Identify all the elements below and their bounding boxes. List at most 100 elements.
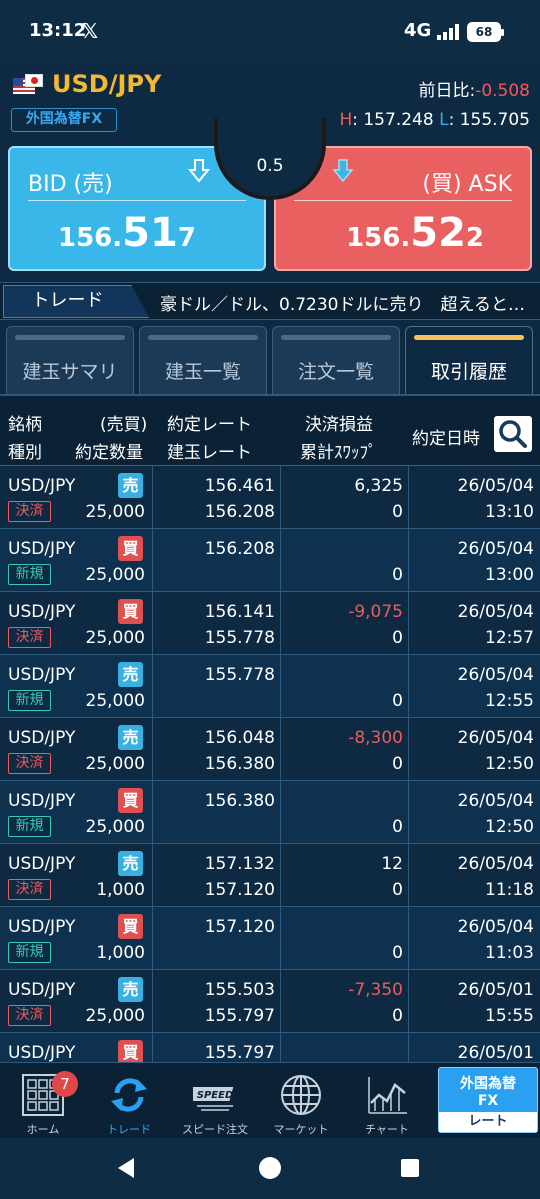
row-pl: -7,350 [348, 980, 403, 1000]
history-table[interactable]: USD/JPY 売決済 25,000 156.461 156.208 6,325 0 26/0… [0, 466, 540, 1062]
row-rate: 156.141 [204, 602, 275, 622]
fx-rate-button[interactable]: 外国為替 FX レート [438, 1067, 538, 1133]
bid-price: 156.517 [58, 210, 196, 256]
row-date: 26/05/04 [457, 854, 534, 874]
row-qty: 1,000 [96, 880, 145, 900]
kind-badge: 決済 [8, 501, 51, 522]
tab-position-list[interactable]: 建玉一覧 [139, 326, 267, 394]
back-icon[interactable] [118, 1158, 134, 1178]
search-icon [499, 420, 527, 448]
row-open-rate: 156.208 [204, 502, 275, 522]
high-low: H: 157.248 L: 155.705 [339, 110, 530, 130]
row-date: 26/05/04 [457, 917, 534, 937]
row-date: 26/05/04 [457, 539, 534, 559]
table-row[interactable]: USD/JPY 買新規 25,000 156.380 0 26/05/04 12:50 [0, 781, 540, 844]
row-time: 12:50 [485, 817, 534, 837]
side-badge: 買 [118, 599, 143, 624]
row-qty: 25,000 [85, 754, 145, 774]
battery-icon: 68 [467, 22, 504, 42]
row-qty: 25,000 [85, 691, 145, 711]
low-value: : 155.705 [448, 110, 530, 130]
table-row[interactable]: USD/JPY 買決済 25,000 156.141 155.778 -9,075 0 26/… [0, 592, 540, 655]
nav-speed-order[interactable]: SPEED スピード注文 [172, 1069, 258, 1136]
table-row[interactable]: USD/JPY 売決済 25,000 156.048 156.380 -8,300 0 26/… [0, 718, 540, 781]
status-bar: 13:12 𝕏 4G 68 [0, 0, 540, 62]
row-rate: 156.380 [204, 791, 275, 811]
kind-badge: 決済 [8, 627, 51, 648]
nav-home[interactable]: 7 ホーム [0, 1069, 86, 1136]
row-symbol: USD/JPY [8, 728, 76, 748]
trade-tab[interactable]: トレード [3, 285, 149, 318]
row-pl: 6,325 [354, 476, 403, 496]
ticker-text[interactable]: 豪ドル／ドル、0.7230ドルに売り 超えると… [160, 290, 525, 315]
row-symbol: USD/JPY [8, 665, 76, 685]
daily-change: 前日比:-0.508 [418, 76, 530, 101]
row-qty: 25,000 [85, 817, 145, 837]
kind-badge: 決済 [8, 753, 51, 774]
news-ticker[interactable]: トレード 豪ドル／ドル、0.7230ドルに売り 超えると… [0, 282, 540, 320]
x-app-icon: 𝕏 [82, 19, 99, 43]
ask-label: (買) ASK [422, 172, 512, 197]
row-qty: 25,000 [85, 502, 145, 522]
tab-trade-history[interactable]: 取引履歴 [405, 326, 533, 394]
arrow-down-icon [332, 159, 354, 183]
side-badge: 売 [118, 851, 143, 876]
row-rate: 157.120 [204, 917, 275, 937]
recents-icon[interactable] [401, 1159, 419, 1177]
nav-chart[interactable]: チャート [344, 1069, 430, 1136]
row-time: 12:50 [485, 754, 534, 774]
svg-text:SPEED: SPEED [197, 1090, 234, 1101]
row-time: 12:57 [485, 628, 534, 648]
row-time: 15:55 [485, 1006, 534, 1026]
spread-value: 0.5 [256, 156, 284, 176]
row-date: 26/05/04 [457, 476, 534, 496]
row-date: 26/05/04 [457, 791, 534, 811]
row-symbol: USD/JPY [8, 791, 76, 811]
kind-badge: 新規 [8, 564, 51, 585]
row-rate: 156.208 [204, 539, 275, 559]
notification-badge: 7 [52, 1071, 78, 1097]
row-pl: 12 [381, 854, 403, 874]
row-rate: 156.461 [204, 476, 275, 496]
nav-trade[interactable]: トレード [86, 1069, 172, 1136]
kind-badge: 新規 [8, 942, 51, 963]
col-side: (売買) [100, 415, 148, 435]
tab-order-list[interactable]: 注文一覧 [272, 326, 400, 394]
search-button[interactable] [494, 416, 532, 452]
row-qty: 25,000 [85, 628, 145, 648]
row-swap: 0 [392, 817, 403, 837]
pair-title[interactable]: USD/JPY [52, 70, 161, 98]
table-row[interactable]: USD/JPY 売新規 25,000 155.778 0 26/05/04 12:55 [0, 655, 540, 718]
table-row[interactable]: USD/JPY 買 155.797 26/05/01 [0, 1033, 540, 1062]
trade-refresh-icon [111, 1078, 147, 1112]
home-circle-icon[interactable] [259, 1157, 281, 1179]
row-swap: 0 [392, 502, 403, 522]
status-time: 13:12 [29, 20, 87, 41]
row-swap: 0 [392, 943, 403, 963]
row-symbol: USD/JPY [8, 476, 76, 496]
kind-badge: 決済 [8, 1005, 51, 1026]
table-row[interactable]: USD/JPY 売決済 1,000 157.132 157.120 12 0 26/05/04… [0, 844, 540, 907]
row-swap: 0 [392, 565, 403, 585]
row-date: 26/05/01 [457, 980, 534, 1000]
row-swap: 0 [392, 880, 403, 900]
side-badge: 売 [118, 662, 143, 687]
kind-badge: 決済 [8, 879, 51, 900]
nav-market[interactable]: マーケット [258, 1069, 344, 1136]
col-open-rate: 建玉レート [167, 443, 252, 463]
table-row[interactable]: USD/JPY 売決済 25,000 156.461 156.208 6,325 0 26/0… [0, 466, 540, 529]
table-row[interactable]: USD/JPY 買新規 1,000 157.120 0 26/05/04 11:03 [0, 907, 540, 970]
side-badge: 買 [118, 1040, 143, 1062]
row-time: 12:55 [485, 691, 534, 711]
table-row[interactable]: USD/JPY 買新規 25,000 156.208 0 26/05/04 13:00 [0, 529, 540, 592]
table-row[interactable]: USD/JPY 売決済 25,000 155.503 155.797 -7,350 0 26/… [0, 970, 540, 1033]
chart-icon [368, 1077, 407, 1114]
row-date: 26/05/04 [457, 665, 534, 685]
ask-price: 156.522 [346, 210, 484, 256]
bottom-nav: 7 ホーム トレード SPEED スピード注文 マーケット チャート 外国為替 … [0, 1062, 540, 1138]
row-rate: 157.132 [204, 854, 275, 874]
side-badge: 買 [118, 536, 143, 561]
row-symbol: USD/JPY [8, 1043, 76, 1062]
tab-position-summary[interactable]: 建玉サマリ [6, 326, 134, 394]
row-qty: 1,000 [96, 943, 145, 963]
